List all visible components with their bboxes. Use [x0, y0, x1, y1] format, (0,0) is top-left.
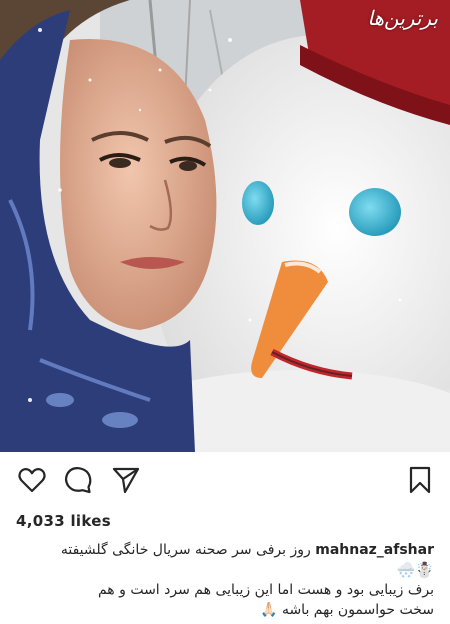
- watermark-logo: برترین‌ها: [367, 6, 438, 30]
- caption-username[interactable]: mahnaz_afshar: [315, 542, 434, 558]
- selfie-with-snowman-image: [0, 0, 450, 452]
- likes-count[interactable]: 4,033 likes: [16, 512, 111, 530]
- post-photo[interactable]: برترین‌ها: [0, 0, 450, 452]
- caption-text-1: روز برفی سر صحنه سریال خانگی گلشیفته: [60, 542, 311, 558]
- caption-line-1: mahnaz_afshar روز برفی سر صحنه سریال خان…: [14, 540, 434, 560]
- bookmark-icon[interactable]: [402, 462, 438, 498]
- share-icon[interactable]: [108, 462, 144, 498]
- post-actions-bar: [0, 462, 450, 502]
- post-caption: mahnaz_afshar روز برفی سر صحنه سریال خان…: [14, 540, 434, 620]
- caption-text-3: برف زیبایی بود و هست اما این زیبایی هم س…: [97, 582, 434, 598]
- caption-emoji-line: ☃️🌨️: [396, 561, 434, 579]
- heart-icon[interactable]: [14, 462, 50, 498]
- caption-text-4: سخت حواسمون بهم باشه 🙏🏻: [260, 602, 434, 618]
- comment-icon[interactable]: [60, 462, 96, 498]
